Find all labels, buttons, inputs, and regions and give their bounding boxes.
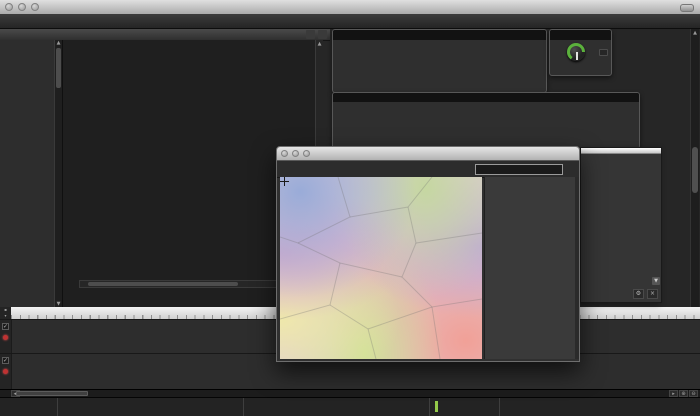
mixer-panel: [332, 29, 547, 93]
surface-cursor-icon[interactable]: [280, 177, 289, 186]
effect-panel-header[interactable]: [333, 93, 639, 102]
status-spacer: [500, 398, 700, 416]
cpu-load-status: [0, 398, 58, 416]
metasurface-surface[interactable]: [280, 177, 482, 359]
timeline-hscrollbar[interactable]: ◀ ▸ ⊕ ⊖: [0, 389, 700, 397]
lane-y-record-icon[interactable]: [3, 369, 8, 374]
documents-scroll-thumb[interactable]: [692, 147, 698, 193]
sidebar-header[interactable]: [581, 148, 661, 154]
close-button[interactable]: [281, 150, 288, 157]
lane-x-gutter: ✓: [0, 320, 12, 353]
toolbar-toggle[interactable]: [680, 4, 694, 12]
gain-panel-header[interactable]: [550, 30, 611, 40]
level-meter: [435, 401, 438, 412]
patcher-options-icon[interactable]: [306, 30, 315, 39]
window-titlebar[interactable]: [0, 0, 700, 15]
minimize-button[interactable]: [18, 3, 26, 11]
audiomulch-window: ▲ ▼ ▲ ▼: [0, 0, 700, 416]
metasurface-toolbar: [277, 161, 579, 178]
automation-sidebar: ▼ ⚙ ×: [580, 147, 662, 303]
interpolation-cells: [280, 177, 482, 359]
sidebar-close-icon[interactable]: ×: [647, 289, 658, 299]
lane-x-enable-checkbox[interactable]: ✓: [2, 323, 9, 330]
metasurface-window[interactable]: [276, 146, 580, 362]
gain-knob[interactable]: [567, 43, 585, 61]
snapshot-list: [484, 177, 579, 359]
sort-icon[interactable]: [565, 163, 577, 175]
zoom-in-icon[interactable]: ⊕: [679, 390, 688, 397]
canvas-scroll-thumb[interactable]: [88, 282, 238, 286]
contraption-tree: [0, 40, 54, 307]
tree-scrollbar[interactable]: ▲ ▼: [54, 40, 62, 307]
zoom-button[interactable]: [303, 150, 310, 157]
effect-panel: [332, 92, 640, 149]
gain-panel: [549, 29, 612, 76]
main-toolbar: [0, 14, 700, 29]
samples-status: [58, 398, 244, 416]
patcher-close-icon[interactable]: [318, 30, 327, 39]
lane-x-record-icon[interactable]: [3, 335, 8, 340]
minimize-button[interactable]: [292, 150, 299, 157]
level-meter-cell: [430, 398, 500, 416]
timeline-scroll-thumb[interactable]: [16, 391, 88, 396]
close-button[interactable]: [5, 3, 13, 11]
ruler-gutter: ▪▾: [0, 307, 11, 319]
lane-y-gutter: ✓: [0, 354, 12, 389]
scroll-up-icon[interactable]: ▲: [316, 41, 323, 47]
status-spacer: [244, 398, 430, 416]
zoom-button[interactable]: [31, 3, 39, 11]
play-cursor-icon[interactable]: ▸: [669, 390, 678, 397]
snapshot-search-input[interactable]: [475, 164, 563, 175]
snapshot-list-scrollbar[interactable]: [575, 177, 579, 359]
metasurface-titlebar[interactable]: [277, 147, 579, 161]
scroll-up-icon[interactable]: ▲: [691, 30, 699, 36]
scroll-up-icon[interactable]: ▲: [55, 40, 62, 46]
lane-y-enable-checkbox[interactable]: ✓: [2, 357, 9, 364]
status-bar: [0, 397, 700, 416]
zoom-out-icon[interactable]: ⊖: [689, 390, 698, 397]
mixer-panel-header[interactable]: [333, 30, 546, 40]
sidebar-scroll-down-icon[interactable]: ▼: [652, 277, 660, 285]
tree-scroll-thumb[interactable]: [56, 48, 61, 88]
sidebar-settings-icon[interactable]: ⚙: [633, 289, 644, 299]
gain-mute-button[interactable]: [599, 49, 608, 56]
